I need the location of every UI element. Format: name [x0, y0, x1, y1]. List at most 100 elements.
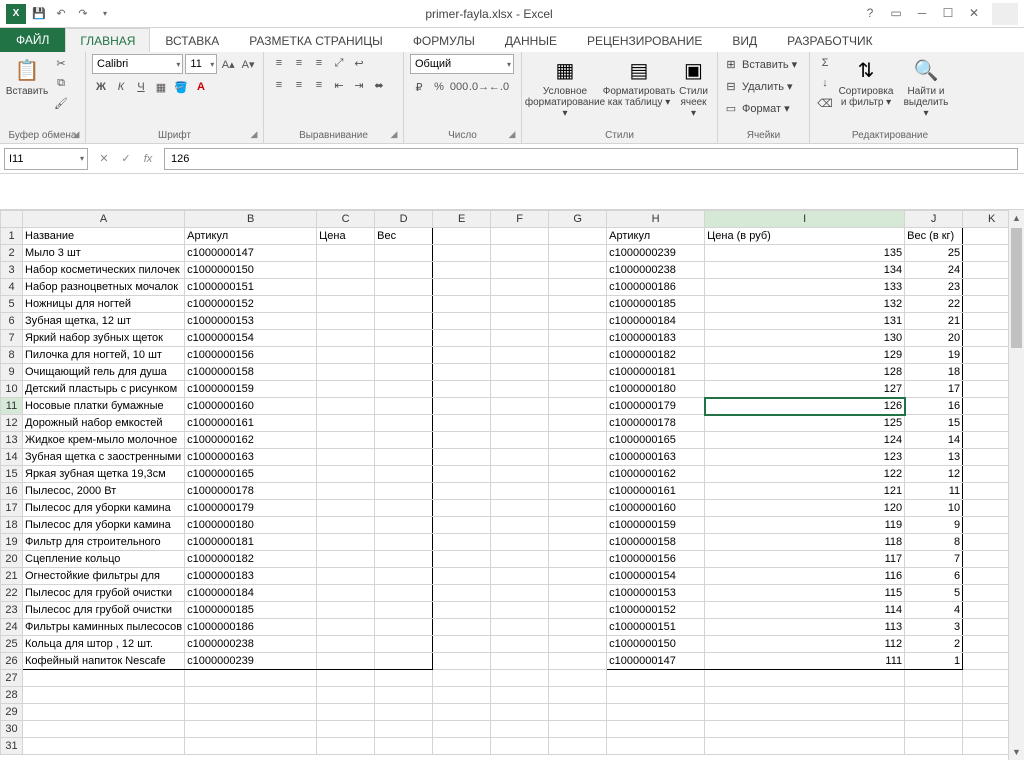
- cell-G20[interactable]: [549, 551, 607, 568]
- cell-I13[interactable]: 124: [705, 432, 905, 449]
- cell-C5[interactable]: [317, 296, 375, 313]
- cell-A25[interactable]: Кольца для штор , 12 шт.: [23, 636, 185, 653]
- help-icon[interactable]: ?: [858, 3, 882, 23]
- cell-C28[interactable]: [317, 687, 375, 704]
- cell-G12[interactable]: [549, 415, 607, 432]
- cell-G10[interactable]: [549, 381, 607, 398]
- cell-H15[interactable]: c1000000162: [607, 466, 705, 483]
- cell-B14[interactable]: c1000000163: [185, 449, 317, 466]
- cell-E10[interactable]: [433, 381, 491, 398]
- cell-B25[interactable]: c1000000238: [185, 636, 317, 653]
- cell-H27[interactable]: [607, 670, 705, 687]
- cell-C19[interactable]: [317, 534, 375, 551]
- cell-G29[interactable]: [549, 704, 607, 721]
- clear-icon[interactable]: ⌫: [816, 94, 834, 112]
- cell-G9[interactable]: [549, 364, 607, 381]
- cell-H16[interactable]: c1000000161: [607, 483, 705, 500]
- cell-J24[interactable]: 3: [905, 619, 963, 636]
- cell-C12[interactable]: [317, 415, 375, 432]
- cell-I22[interactable]: 115: [705, 585, 905, 602]
- align-middle-icon[interactable]: ≡: [290, 54, 308, 72]
- bold-button[interactable]: Ж: [92, 78, 110, 96]
- cell-H4[interactable]: c1000000186: [607, 279, 705, 296]
- cell-A13[interactable]: Жидкое крем-мыло молочное: [23, 432, 185, 449]
- cell-E25[interactable]: [433, 636, 491, 653]
- cell-E29[interactable]: [433, 704, 491, 721]
- row-header-10[interactable]: 10: [1, 381, 23, 398]
- cell-A1[interactable]: Название: [23, 228, 185, 245]
- cell-J11[interactable]: 16: [905, 398, 963, 415]
- cell-H22[interactable]: c1000000153: [607, 585, 705, 602]
- row-header-22[interactable]: 22: [1, 585, 23, 602]
- cell-F19[interactable]: [491, 534, 549, 551]
- font-launcher-icon[interactable]: ◢: [248, 128, 260, 140]
- cell-I6[interactable]: 131: [705, 313, 905, 330]
- cell-J27[interactable]: [905, 670, 963, 687]
- cell-F12[interactable]: [491, 415, 549, 432]
- cell-A6[interactable]: Зубная щетка, 12 шт: [23, 313, 185, 330]
- cell-G21[interactable]: [549, 568, 607, 585]
- format-cells-button[interactable]: ▭Формат ▾: [724, 98, 803, 118]
- cell-H29[interactable]: [607, 704, 705, 721]
- cell-B21[interactable]: c1000000183: [185, 568, 317, 585]
- cell-J12[interactable]: 15: [905, 415, 963, 432]
- paste-button[interactable]: 📋 Вставить: [6, 54, 48, 99]
- cell-F27[interactable]: [491, 670, 549, 687]
- cell-C25[interactable]: [317, 636, 375, 653]
- tab-5[interactable]: РЕЦЕНЗИРОВАНИЕ: [572, 28, 717, 52]
- cell-B30[interactable]: [185, 721, 317, 738]
- cell-I16[interactable]: 121: [705, 483, 905, 500]
- shrink-font-icon[interactable]: A▾: [239, 55, 257, 73]
- file-tab[interactable]: ФАЙЛ: [0, 28, 65, 52]
- cell-I29[interactable]: [705, 704, 905, 721]
- row-header-1[interactable]: 1: [1, 228, 23, 245]
- row-header-2[interactable]: 2: [1, 245, 23, 262]
- cell-F30[interactable]: [491, 721, 549, 738]
- cell-H13[interactable]: c1000000165: [607, 432, 705, 449]
- cell-A27[interactable]: [23, 670, 185, 687]
- cell-B18[interactable]: c1000000180: [185, 517, 317, 534]
- cell-F25[interactable]: [491, 636, 549, 653]
- cell-C20[interactable]: [317, 551, 375, 568]
- cell-J19[interactable]: 8: [905, 534, 963, 551]
- tab-7[interactable]: РАЗРАБОТЧИК: [772, 28, 888, 52]
- col-header-A[interactable]: A: [23, 211, 185, 228]
- cell-J30[interactable]: [905, 721, 963, 738]
- cell-J1[interactable]: Вес (в кг): [905, 228, 963, 245]
- inc-decimal-icon[interactable]: .0→: [470, 78, 488, 96]
- row-header-3[interactable]: 3: [1, 262, 23, 279]
- cell-A29[interactable]: [23, 704, 185, 721]
- font-size-combo[interactable]: 11: [185, 54, 217, 74]
- cell-I10[interactable]: 127: [705, 381, 905, 398]
- cell-C15[interactable]: [317, 466, 375, 483]
- cell-A12[interactable]: Дорожный набор емкостей: [23, 415, 185, 432]
- cell-I27[interactable]: [705, 670, 905, 687]
- grow-font-icon[interactable]: A▴: [219, 55, 237, 73]
- cell-E31[interactable]: [433, 738, 491, 755]
- cell-G26[interactable]: [549, 653, 607, 670]
- cell-A20[interactable]: Сцепление кольцо: [23, 551, 185, 568]
- cell-J20[interactable]: 7: [905, 551, 963, 568]
- cell-G22[interactable]: [549, 585, 607, 602]
- row-header-19[interactable]: 19: [1, 534, 23, 551]
- cell-I14[interactable]: 123: [705, 449, 905, 466]
- cell-B10[interactable]: c1000000159: [185, 381, 317, 398]
- cell-C3[interactable]: [317, 262, 375, 279]
- cell-G4[interactable]: [549, 279, 607, 296]
- indent-dec-icon[interactable]: ⇤: [330, 76, 348, 94]
- cell-F29[interactable]: [491, 704, 549, 721]
- cell-J16[interactable]: 11: [905, 483, 963, 500]
- row-header-13[interactable]: 13: [1, 432, 23, 449]
- row-header-18[interactable]: 18: [1, 517, 23, 534]
- cell-B5[interactable]: c1000000152: [185, 296, 317, 313]
- cell-G5[interactable]: [549, 296, 607, 313]
- cell-B20[interactable]: c1000000182: [185, 551, 317, 568]
- cell-J21[interactable]: 6: [905, 568, 963, 585]
- cell-G31[interactable]: [549, 738, 607, 755]
- cell-G25[interactable]: [549, 636, 607, 653]
- cell-F17[interactable]: [491, 500, 549, 517]
- cell-G3[interactable]: [549, 262, 607, 279]
- cell-C27[interactable]: [317, 670, 375, 687]
- tab-3[interactable]: ФОРМУЛЫ: [398, 28, 490, 52]
- row-header-21[interactable]: 21: [1, 568, 23, 585]
